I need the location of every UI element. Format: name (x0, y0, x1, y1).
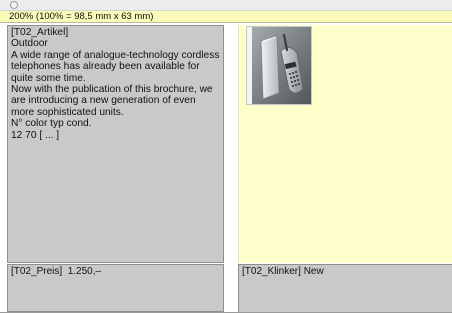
column-gutter (224, 24, 238, 313)
zoom-status-bar: 200% (100% = 98,5 mm x 63 mm) (0, 11, 452, 23)
layout-canvas: [T02_Artikel] Outdoor A wide range of an… (0, 24, 452, 313)
article-line: Outdoor (11, 38, 48, 50)
price-value: 1.250,– (67, 266, 102, 277)
article-field-label: [T02_Artikel] (11, 27, 69, 38)
article-line: 12 70 [ ... ] (11, 129, 60, 141)
image-frame[interactable] (238, 25, 452, 263)
price-field-label: [T02_Preis] (11, 266, 63, 277)
zoom-label: 200% (100% = 98,5 mm x 63 mm) (9, 11, 154, 22)
article-line: more sophisticated units. (11, 106, 124, 118)
article-line: N° color typ cond. (11, 118, 92, 130)
klinker-field-label: [T02_Klinker] (242, 266, 301, 277)
article-line: are introducing a new generation of even (11, 95, 196, 107)
article-line: A wide range of analogue-technology cord… (11, 49, 220, 61)
window-titlebar (0, 0, 452, 11)
article-line: quite some time. (11, 72, 86, 84)
cordless-phone-image (246, 26, 312, 105)
article-line: telephones has already been available fo… (11, 61, 200, 73)
klinker-frame[interactable]: [T02_Klinker] New (238, 264, 452, 313)
article-line: Now with the publication of this brochur… (11, 84, 213, 96)
window-close-icon[interactable] (10, 1, 18, 9)
price-frame[interactable]: [T02_Preis] 1.250,– (7, 264, 224, 312)
article-text-frame[interactable]: [T02_Artikel] Outdoor A wide range of an… (7, 25, 224, 263)
klinker-value: New (303, 266, 324, 277)
cordless-phone-icon (252, 27, 311, 104)
